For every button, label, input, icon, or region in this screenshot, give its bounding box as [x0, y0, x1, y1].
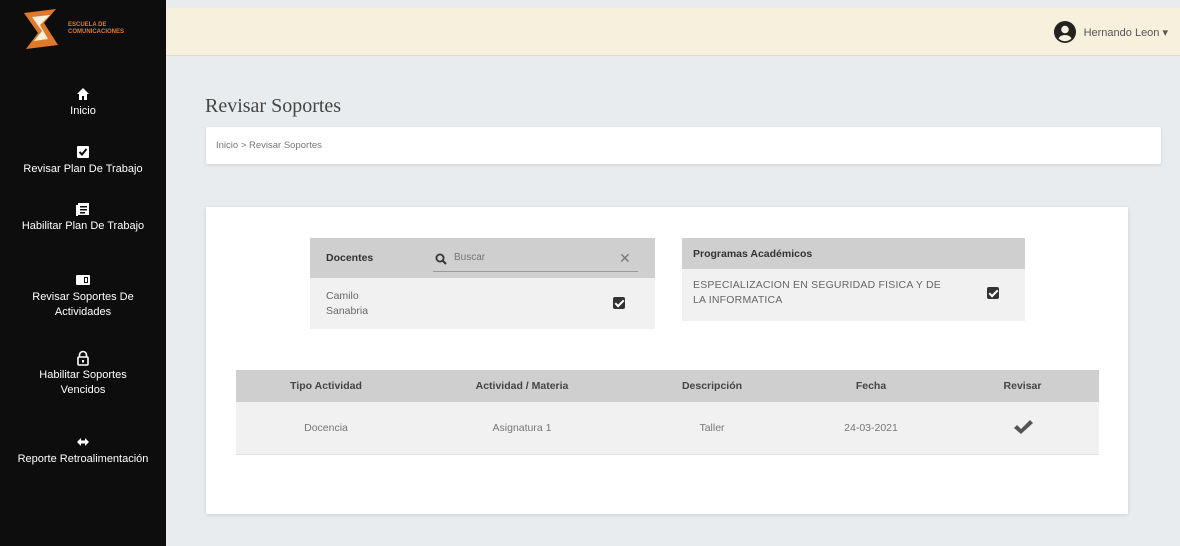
table-header: Tipo Actividad Actividad / Materia Descr… [236, 370, 1099, 402]
feedback-icon [77, 438, 89, 446]
column-header: Descripción [681, 380, 743, 392]
user-name: Hernando Leon ▾ [1083, 26, 1168, 39]
sidebar-item-label: Habilitar Soportes Vencidos [39, 369, 127, 396]
column-header: Fecha [855, 380, 887, 392]
docentes-title: Docentes [326, 252, 374, 264]
sidebar-item-reporte[interactable]: Reporte Retroalimentación [0, 434, 166, 467]
logo-text: ESCUELA DE COMUNICACIONES [68, 22, 125, 35]
search-underline [433, 271, 638, 272]
docentes-panel: Docentes ✕ Camilo Sanabria [310, 238, 655, 329]
document-icon [76, 203, 89, 216]
programas-panel: Programas Académicos ESPECIALIZACION EN … [682, 238, 1025, 321]
page-title: Revisar Soportes [205, 95, 342, 117]
cell-actividad: Asignatura 1 [492, 422, 552, 434]
checkbox-icon [77, 146, 89, 158]
logo[interactable]: ESCUELA DE COMUNICACIONES [0, 0, 166, 58]
programa-checkbox[interactable] [987, 287, 999, 299]
programa-name[interactable]: ESPECIALIZACION EN SEGURIDAD FISICA Y DE… [693, 278, 953, 308]
review-check-icon[interactable] [1012, 418, 1034, 436]
activities-table: Tipo Actividad Actividad / Materia Descr… [236, 370, 1099, 455]
docentes-header: Docentes ✕ [310, 238, 655, 278]
sidebar-item-label: Revisar Soportes De Actividades [32, 291, 134, 318]
sidebar-item-label: Inicio [70, 105, 96, 117]
sidebar-item-habilitar-plan[interactable]: Habilitar Plan De Trabajo [0, 201, 166, 234]
sidebar-item-label: Habilitar Plan De Trabajo [21, 220, 145, 232]
programas-header: Programas Académicos [682, 238, 1025, 269]
breadcrumb: Inicio > Revisar Soportes [206, 127, 1161, 164]
docentes-search-input[interactable] [454, 252, 624, 263]
sidebar-item-inicio[interactable]: Inicio [0, 86, 166, 119]
sidebar-item-habilitar-soportes[interactable]: Habilitar Soportes Vencidos [0, 350, 166, 398]
cell-revisar [946, 418, 1099, 439]
lock-icon [77, 350, 89, 366]
user-menu[interactable]: Hernando Leon ▾ [1053, 21, 1168, 43]
cell-tipo: Docencia [304, 422, 348, 434]
docente-checkbox[interactable] [613, 297, 625, 309]
sidebar-item-label: Revisar Plan De Trabajo [23, 163, 143, 175]
search-icon [435, 253, 447, 265]
clear-search-icon[interactable]: ✕ [619, 251, 631, 265]
programas-title: Programas Académicos [693, 248, 813, 260]
column-header: Actividad / Materia [475, 380, 569, 392]
column-header: Tipo Actividad [290, 380, 362, 392]
user-avatar-icon [1053, 21, 1076, 43]
sidebar-item-label: Reporte Retroalimentación [17, 453, 149, 465]
sidebar-item-revisar-soportes[interactable]: Revisar Soportes De Actividades [0, 272, 166, 320]
logo-icon [24, 9, 58, 49]
sidebar-item-revisar-plan[interactable]: Revisar Plan De Trabajo [0, 144, 166, 177]
cell-fecha: 24-03-2021 [844, 422, 898, 434]
cell-descripcion: Taller [699, 422, 725, 434]
topbar: Hernando Leon ▾ [166, 8, 1180, 56]
column-header: Revisar [1003, 380, 1042, 392]
home-icon [77, 88, 89, 100]
folder-icon [76, 275, 90, 285]
table-row: Docencia Asignatura 1 Taller 24-03-2021 [236, 402, 1099, 455]
sidebar: ESCUELA DE COMUNICACIONES Inicio Revisar… [0, 0, 166, 546]
docente-name[interactable]: Camilo Sanabria [326, 289, 386, 319]
